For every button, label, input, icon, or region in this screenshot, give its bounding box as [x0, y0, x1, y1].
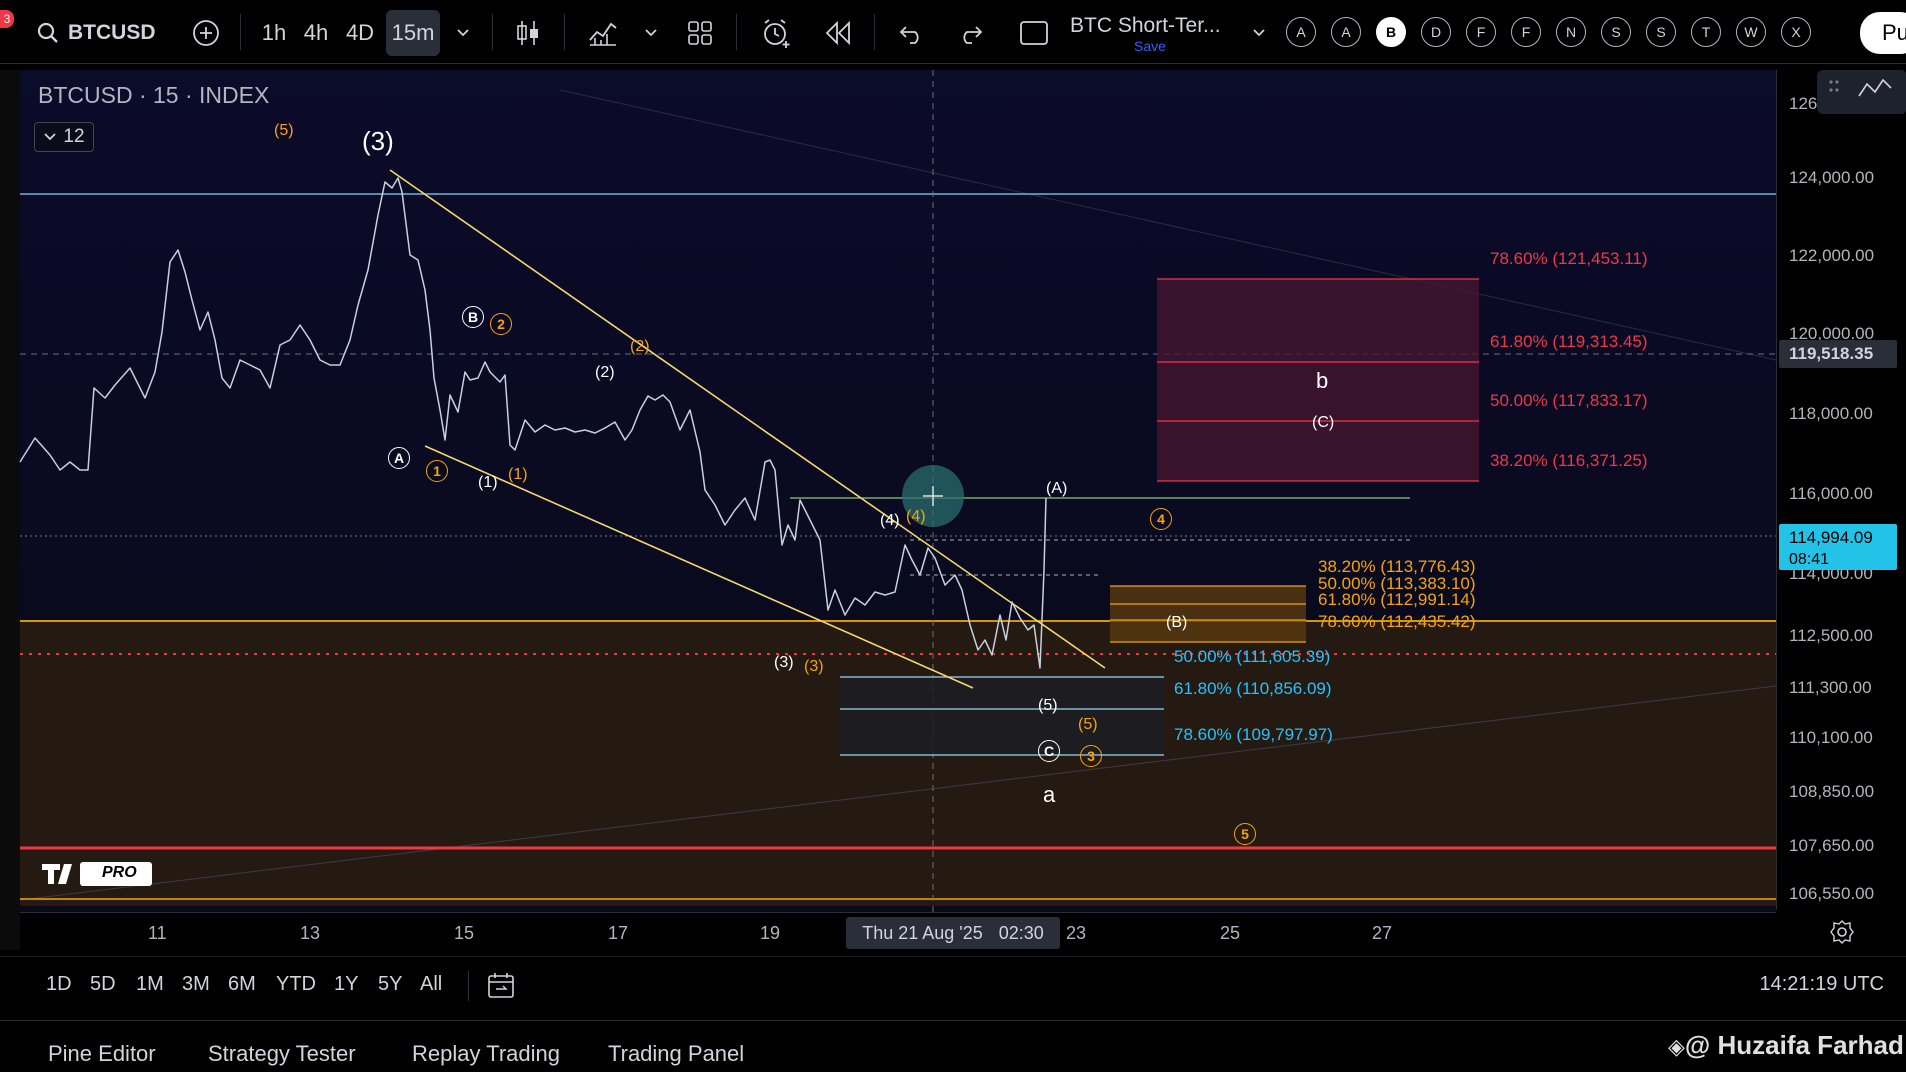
wave-circle-label: 3 [1080, 745, 1102, 767]
fib-orange-zone[interactable] [1110, 586, 1306, 642]
tradingview-logo: PRO [40, 858, 156, 888]
wave-label: b [1316, 368, 1329, 393]
price-tick: 108,850.00 [1789, 782, 1875, 801]
fib-label: 50.00% (117,833.17) [1490, 391, 1648, 410]
time-tick: 13 [300, 923, 321, 943]
range-all[interactable]: All [420, 973, 442, 996]
wave-label: (A) [1046, 480, 1068, 497]
fib-label: 61.80% (112,991.14) [1318, 590, 1476, 609]
chevron-down-icon [44, 133, 57, 141]
crosshair-date-label: Thu 21 Aug '25 02:30 [846, 917, 1060, 949]
fib-cyan-zone[interactable] [840, 677, 1164, 755]
range-3m[interactable]: 3M [182, 973, 210, 996]
chart-symbol-title: BTCUSD · 15 · INDEX [38, 82, 270, 108]
price-tick: 107,650.00 [1789, 836, 1875, 855]
wave-label: (1) [478, 474, 498, 491]
indicator-count: 12 [63, 126, 85, 147]
gear-icon [1830, 920, 1854, 944]
range-1y[interactable]: 1Y [334, 973, 358, 996]
wave-label: (5) [1078, 716, 1098, 733]
time-tick: 27 [1372, 923, 1393, 943]
range-1m[interactable]: 1M [136, 973, 164, 996]
fib-label: 61.80% (110,856.09) [1174, 679, 1332, 698]
axis-control-widget[interactable] [1817, 70, 1906, 114]
utc-clock[interactable]: 14:21:19 UTC [1759, 973, 1884, 996]
price-tick: 112,500.00 [1789, 626, 1873, 645]
wave-circle-label: 5 [1234, 823, 1256, 845]
crosshair-date: Thu 21 Aug '25 [862, 922, 983, 943]
wave-label: (1) [508, 466, 528, 483]
range-5d[interactable]: 5D [90, 973, 116, 996]
wave-label: (3) [362, 126, 394, 156]
wave-circle-label: C [1038, 740, 1060, 762]
price-tick: 126 [1789, 94, 1818, 113]
calendar-icon [488, 973, 514, 998]
range-ytd[interactable]: YTD [276, 973, 316, 996]
wave-label: (2) [630, 338, 650, 355]
wave-circle-label: 4 [1150, 508, 1172, 530]
wave-label: (4) [880, 512, 900, 529]
price-tick: 116,000.00 [1789, 484, 1873, 503]
time-tick: 25 [1220, 923, 1241, 943]
date-range-bar: 1D 5D 1M 3M 6M YTD 1Y 5Y All 14:21:19 UT… [0, 956, 1906, 1016]
wave-circle-label: 1 [426, 460, 448, 482]
tab-replay-trading[interactable]: Replay Trading [412, 1041, 560, 1067]
crosshair-time: 02:30 [998, 922, 1044, 943]
fib-label: 78.60% (109,797.97) [1174, 725, 1333, 744]
indicator-toggle[interactable]: 12 [34, 122, 94, 152]
bottom-panel-tabs: Pine Editor Strategy Tester Replay Tradi… [0, 1020, 1906, 1072]
wave-label: (5) [1038, 697, 1058, 714]
last-price-value: 114,994.09 [1789, 528, 1873, 547]
go-to-date-button[interactable] [486, 971, 516, 1006]
price-tick: 111,300.00 [1789, 678, 1872, 697]
wave-label: (B) [1166, 614, 1188, 631]
chart-controls-icon [1829, 78, 1892, 97]
chart-settings-button[interactable] [1828, 918, 1856, 946]
time-tick: 17 [608, 923, 629, 943]
author-watermark: ◈@ Huzaifa Farhad [1668, 1030, 1904, 1061]
time-tick: 19 [760, 923, 781, 943]
tab-strategy-tester[interactable]: Strategy Tester [208, 1041, 356, 1067]
wave-circle-label: B [462, 306, 484, 328]
range-1d[interactable]: 1D [46, 973, 72, 996]
wave-label: (C) [1312, 414, 1335, 431]
price-tick: 106,550.00 [1789, 884, 1875, 903]
logo-pro-label: PRO [102, 864, 137, 881]
time-tick: 15 [454, 923, 475, 943]
fib-label: 78.60% (112,435.42) [1318, 612, 1476, 631]
fib-label: 38.20% (116,371.25) [1490, 451, 1648, 470]
wave-label: (2) [595, 364, 615, 381]
fib-label: 50.00% (111,605.39) [1174, 647, 1331, 666]
tab-pine-editor[interactable]: Pine Editor [48, 1041, 156, 1067]
time-axis[interactable]: 11 13 15 17 19 23 25 27 Thu 21 Aug '25 0… [20, 912, 1776, 952]
binance-icon: ◈ [1668, 1034, 1685, 1059]
watermark-text: @ Huzaifa Farhad [1684, 1030, 1904, 1060]
range-5y[interactable]: 5Y [378, 973, 402, 996]
fib-label: 78.60% (121,453.11) [1490, 249, 1648, 268]
tradingview-logo-icon [42, 862, 152, 886]
wave-circle-label: A [388, 447, 410, 469]
tab-trading-panel[interactable]: Trading Panel [608, 1041, 744, 1067]
range-divider [468, 971, 469, 1001]
crosshair-price-label: 119,518.35 [1779, 340, 1897, 368]
price-tick: 118,000.00 [1789, 404, 1873, 423]
price-tick: 124,000.00 [1789, 168, 1875, 187]
fib-label: 61.80% (119,313.45) [1490, 332, 1648, 351]
wave-label: (4) [906, 508, 926, 525]
support-zone [20, 621, 1776, 906]
bar-countdown: 08:41 [1789, 551, 1830, 568]
wave-label: (5) [274, 122, 294, 139]
range-6m[interactable]: 6M [228, 973, 256, 996]
wave-circle-label: 2 [490, 313, 512, 335]
time-tick: 11 [148, 923, 167, 943]
wave-label: (3) [774, 654, 794, 671]
time-tick: 23 [1066, 923, 1087, 943]
wave-label: a [1043, 782, 1056, 807]
price-tick: 122,000.00 [1789, 246, 1875, 265]
price-tick: 110,100.00 [1789, 728, 1873, 747]
wave-label: (3) [804, 658, 824, 675]
price-axis[interactable]: 126 124,000.00 122,000.00 120,000.00 118… [1776, 70, 1906, 910]
